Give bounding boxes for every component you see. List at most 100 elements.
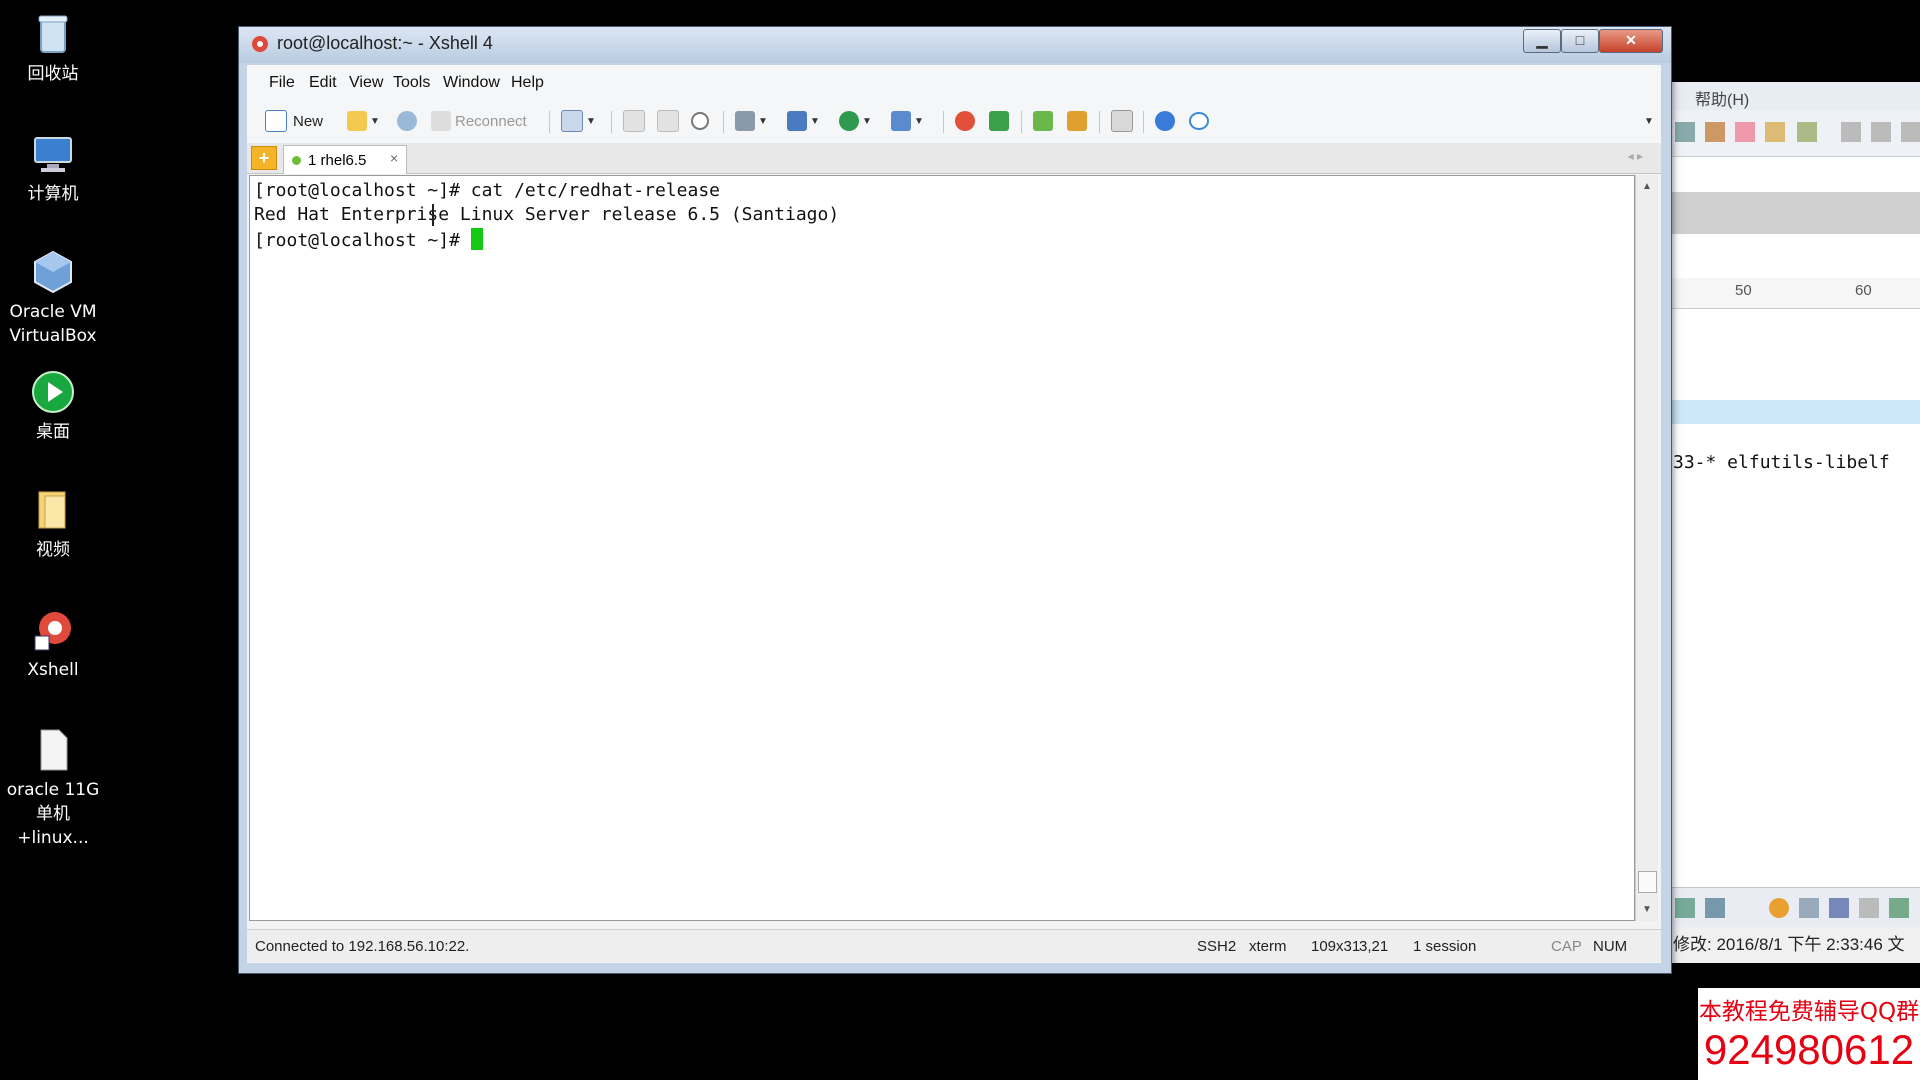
folder-open-icon [347,111,367,131]
properties-button[interactable]: ▼ [561,109,596,133]
globe-button[interactable]: ▼ [839,109,872,133]
toolbar-icon[interactable] [1735,122,1755,142]
connected-status-icon [292,156,301,165]
help-button[interactable] [1155,109,1175,133]
toolbar-icon[interactable] [1675,122,1695,142]
toolbar-icon[interactable] [1799,898,1819,918]
xftp-button[interactable] [955,109,975,133]
transfer-button[interactable]: ▼ [787,109,820,133]
reconnect-button[interactable]: Reconnect [431,109,527,133]
toolbar: New ▼ Reconnect ▼ ▼ ▼ ▼ ▼ ▼ [247,99,1661,144]
xshell-window[interactable]: root@localhost:~ - Xshell 4 ▁ □ ✕ File E… [238,26,1672,974]
cursor-position-status: 3,21 [1359,938,1389,955]
add-session-icon[interactable]: + [251,146,277,170]
chevron-down-icon: ▼ [810,115,820,127]
status-bar: Connected to 192.168.56.10:22. SSH2 xter… [247,929,1661,962]
close-tab-icon[interactable]: × [390,150,398,166]
toolbar-separator [1021,111,1022,133]
new-session-button[interactable]: New [265,109,323,133]
desktop-icon-label: 桌面 [36,422,70,442]
menu-file[interactable]: File [269,74,295,92]
maximize-button[interactable]: □ [1561,29,1599,53]
toolbar-icon[interactable] [1797,122,1817,142]
protocol-status: SSH2 [1197,938,1237,955]
help-icon [1155,111,1175,131]
background-toolbar [1665,110,1920,157]
keyboard-button[interactable] [1111,109,1133,133]
lock-button[interactable] [1067,109,1087,133]
menu-edit[interactable]: Edit [309,74,337,92]
chat-button[interactable] [1189,109,1209,133]
font-button[interactable]: ▼ [891,109,924,133]
copy-button[interactable] [623,109,645,133]
paste-button[interactable] [657,109,679,133]
layout-button[interactable] [1033,109,1053,133]
toolbar-icon[interactable] [1705,122,1725,142]
toolbar-icon[interactable] [1705,898,1725,918]
open-button[interactable]: ▼ [347,109,380,133]
folder-icon [38,491,66,529]
background-menu-help[interactable]: 帮助(H) [1695,86,1749,110]
globe-icon[interactable] [1769,898,1789,918]
close-button[interactable]: ✕ [1599,29,1663,53]
grid-icon [1033,111,1053,131]
title-bar[interactable]: root@localhost:~ - Xshell 4 ▁ □ ✕ [239,27,1671,63]
find-button[interactable] [691,109,709,133]
toolbar-separator [549,111,550,133]
background-editor-window[interactable]: 帮助(H) 50 60 33-* elfutils-libelf 修改: 201… [1665,82,1920,963]
toolbar-icon[interactable] [1841,122,1861,142]
scroll-up-icon[interactable]: ▲ [1642,181,1652,192]
search-icon [691,112,709,130]
terminal-type-status: xterm [1249,938,1287,955]
vertical-scrollbar[interactable]: ▲ ▼ [1635,175,1658,921]
terminal-area[interactable]: [root@localhost ~]# cat /etc/redhat-rele… [249,175,1635,921]
minimize-button[interactable]: ▁ [1523,29,1561,53]
paste-icon [657,110,679,132]
script-button[interactable] [989,109,1009,133]
toolbar-icon[interactable] [1889,898,1909,918]
desktop-icon-label: Oracle VM VirtualBox [9,302,97,346]
transfer-icon [787,111,807,131]
desktop-icon-oracle-file[interactable]: oracle 11G 单机+linux... [0,726,106,850]
window-body: File Edit View Tools Window Help New ▼ R… [247,65,1661,963]
toolbar-icon[interactable] [1871,122,1891,142]
toolbar-separator [1099,111,1100,133]
menu-view[interactable]: View [349,74,383,92]
mouse-ibeam-cursor [432,204,434,226]
highlighted-line [1665,400,1920,424]
background-menubar: 帮助(H) [1665,82,1920,110]
desktop-icon-videos[interactable]: 视频 [0,486,106,562]
desktop-icon-computer[interactable]: 计算机 [0,130,106,206]
xftp-icon [955,111,975,131]
reconnect-icon [431,111,451,131]
tab-scroll-arrows-icon[interactable]: ◂ ▸ [1628,149,1643,163]
desktop-icon-desktop[interactable]: 桌面 [0,368,106,444]
background-bottom-toolbar [1665,887,1920,928]
toolbar-icon[interactable] [1829,898,1849,918]
desktop-icon-recycle-bin[interactable]: 回收站 [0,10,106,86]
print-button[interactable]: ▼ [735,109,768,133]
toolbar-icon[interactable] [1675,898,1695,918]
chevron-down-icon: ▼ [370,115,380,127]
keyboard-icon [1111,110,1133,132]
reconnect-label: Reconnect [455,112,527,130]
xshell-app-icon [252,36,268,52]
scroll-down-icon[interactable]: ▼ [1642,904,1652,915]
desktop-icon-virtualbox[interactable]: Oracle VM VirtualBox [0,248,106,348]
desktop-icon-xshell[interactable]: Xshell [0,606,106,682]
toolbar-icon[interactable] [1765,122,1785,142]
ruler: 50 60 [1665,278,1920,309]
chevron-down-icon: ▼ [586,115,596,127]
tab-label: 1 rhel6.5 [308,152,367,169]
toolbar-icon[interactable] [1859,898,1879,918]
tab-rhel65[interactable]: 1 rhel6.5 × [283,145,407,174]
toolbar-icon[interactable] [1901,122,1920,142]
menu-help[interactable]: Help [511,74,544,92]
menu-window[interactable]: Window [443,74,500,92]
num-lock-status: NUM [1593,938,1628,955]
connect-button[interactable] [397,109,417,133]
toolbar-overflow-button[interactable]: ▼ [1641,109,1654,133]
scrollbar-thumb[interactable] [1638,871,1657,893]
menu-tools[interactable]: Tools [393,74,430,92]
toolbar-separator [611,111,612,133]
